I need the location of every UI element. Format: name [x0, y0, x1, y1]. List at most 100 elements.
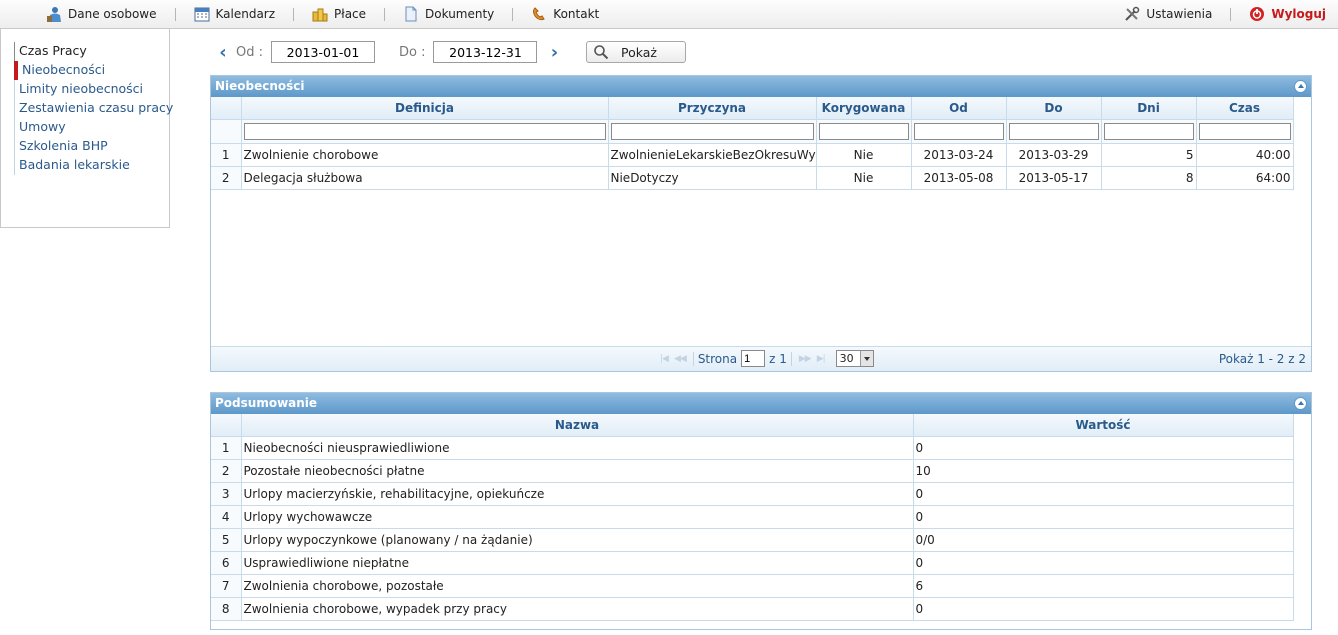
- logout-button[interactable]: Wyloguj: [1249, 6, 1326, 22]
- sidebar-item-safety-trainings[interactable]: Szkolenia BHP: [14, 137, 169, 156]
- summary-panel-header: Podsumowanie: [211, 393, 1311, 414]
- menu-item-label: Dane osobowe: [68, 7, 157, 21]
- cell-corrected: Nie: [816, 143, 912, 167]
- column-header-time[interactable]: Czas: [1196, 97, 1294, 120]
- filter-cell: [241, 119, 609, 144]
- filter-cell: [1101, 119, 1197, 144]
- menu-item-contact[interactable]: Kontakt: [531, 6, 599, 22]
- menu-item-personal-data[interactable]: Dane osobowe: [46, 6, 157, 22]
- cell-time: 64:00: [1196, 166, 1294, 190]
- from-label: Od :: [236, 44, 263, 60]
- column-header-reason[interactable]: Przyczyna: [608, 97, 817, 120]
- filter-input-reason[interactable]: [610, 122, 814, 140]
- sidebar-item-working-time[interactable]: Czas Pracy: [14, 42, 169, 61]
- search-icon: [593, 44, 609, 60]
- collapse-panel-icon[interactable]: [1294, 397, 1307, 410]
- next-period-arrow-icon[interactable]: ›: [547, 42, 561, 63]
- table-row[interactable]: 1 Zwolnienie chorobowe ZwolnienieLekarsk…: [211, 143, 1294, 167]
- page-size-value: 30: [839, 352, 854, 365]
- absences-panel-title: Nieobecności: [215, 79, 305, 93]
- menu-item-payroll[interactable]: Płace: [312, 6, 366, 22]
- next-page-icon[interactable]: ▶▶: [799, 354, 812, 364]
- pager-divider: [692, 351, 694, 366]
- column-header-from[interactable]: Od: [911, 97, 1007, 120]
- page-size-select[interactable]: 30: [835, 350, 874, 367]
- pager-controls: |◀ ◀◀ Strona z 1 ▶▶ ▶| 30: [657, 350, 874, 367]
- summary-panel-title: Podsumowanie: [215, 396, 318, 410]
- column-header-name[interactable]: Nazwa: [241, 414, 914, 437]
- sidebar-item-absence-limits[interactable]: Limity nieobecności: [14, 80, 169, 99]
- cell-value: 6: [913, 574, 1294, 598]
- column-header-value[interactable]: Wartość: [913, 414, 1294, 437]
- page-label: Strona: [697, 351, 738, 366]
- column-header-days[interactable]: Dni: [1101, 97, 1197, 120]
- menu-divider: [384, 7, 386, 21]
- collapse-panel-icon[interactable]: [1294, 80, 1307, 93]
- menu-item-label: Kalendarz: [215, 7, 276, 21]
- to-date-input[interactable]: [433, 41, 538, 63]
- column-header-corrected[interactable]: Korygowana: [816, 97, 912, 120]
- filter-input-definition[interactable]: [243, 122, 606, 140]
- cell-from: 2013-05-08: [911, 166, 1007, 190]
- row-number-header: [211, 97, 242, 120]
- sidebar-item-contracts[interactable]: Umowy: [14, 118, 169, 137]
- cell-name: Zwolnienia chorobowe, wypadek przy pracy: [241, 597, 914, 621]
- cell-days: 5: [1101, 143, 1197, 167]
- table-row[interactable]: 5 Urlopy wypoczynkowe (planowany / na żąd…: [211, 528, 1294, 552]
- menu-item-label: Płace: [334, 7, 367, 21]
- cell-name: Pozostałe nieobecności płatne: [241, 459, 914, 483]
- row-number: 1: [211, 436, 242, 460]
- summary-table: Nazwa Wartość 1 Nieobecności nieusprawied…: [211, 414, 1294, 621]
- cell-from: 2013-03-24: [911, 143, 1007, 167]
- sidebar-item-medical-exams[interactable]: Badania lekarskie: [14, 156, 169, 175]
- cell-value: 0: [913, 597, 1294, 621]
- page-number-input[interactable]: [741, 350, 766, 367]
- previous-page-icon[interactable]: ◀◀: [674, 354, 687, 364]
- filter-cell: [1196, 119, 1294, 144]
- settings-button[interactable]: Ustawienia: [1124, 6, 1212, 22]
- cell-name: Usprawiedliwione niepłatne: [241, 551, 914, 575]
- row-number-header: [211, 414, 242, 437]
- summary-panel: Podsumowanie Nazwa Wartość 1 Nieobecności…: [210, 392, 1312, 630]
- table-row[interactable]: 4 Urlopy wychowawcze 0: [211, 505, 1294, 529]
- filter-input-days[interactable]: [1103, 122, 1194, 140]
- cell-reason: NieDotyczy: [608, 166, 817, 190]
- show-button-label: Pokaż: [621, 44, 657, 60]
- table-row[interactable]: 8 Zwolnienia chorobowe, wypadek przy prac…: [211, 597, 1294, 621]
- records-info: Pokaż 1 - 2 z 2: [1218, 352, 1306, 366]
- sidebar: Czas Pracy Nieobecności Limity nieobecno…: [0, 29, 173, 228]
- calendar-icon: [194, 6, 210, 22]
- menu-divider: [1230, 7, 1232, 21]
- first-page-icon[interactable]: |◀: [660, 354, 669, 364]
- filter-cell: [816, 119, 912, 144]
- cell-reason: ZwolnienieLekarskieBezOkresuWycz: [608, 143, 817, 167]
- table-row[interactable]: 3 Urlopy macierzyńskie, rehabilitacyjne, …: [211, 482, 1294, 506]
- column-header-definition[interactable]: Definicja: [241, 97, 609, 120]
- show-button[interactable]: Pokaż: [586, 41, 686, 63]
- cell-value: 0/0: [913, 528, 1294, 552]
- from-date-input[interactable]: [271, 41, 375, 63]
- cell-name: Urlopy wychowawcze: [241, 505, 914, 529]
- menu-item-documents[interactable]: Dokumenty: [403, 6, 494, 22]
- table-row[interactable]: 2 Pozostałe nieobecności płatne 10: [211, 459, 1294, 483]
- previous-period-arrow-icon[interactable]: ‹: [216, 42, 230, 63]
- table-row[interactable]: 6 Usprawiedliwione niepłatne 0: [211, 551, 1294, 575]
- menu-divider: [174, 7, 176, 21]
- filter-cell: [911, 119, 1007, 144]
- filter-input-to[interactable]: [1008, 122, 1099, 140]
- filter-input-from[interactable]: [913, 122, 1004, 140]
- filter-input-corrected[interactable]: [818, 122, 909, 140]
- table-row[interactable]: 1 Nieobecności nieusprawiedliwione 0: [211, 436, 1294, 460]
- sidebar-item-working-time-reports[interactable]: Zestawienia czasu pracy: [14, 99, 173, 118]
- menu-item-calendar[interactable]: Kalendarz: [194, 6, 276, 22]
- filter-input-time[interactable]: [1198, 122, 1291, 140]
- sidebar-item-absences[interactable]: Nieobecności: [14, 61, 169, 80]
- last-page-icon[interactable]: ▶|: [817, 354, 826, 364]
- tools-icon: [1124, 6, 1140, 22]
- top-navigation-bar: Dane osobowe Kalendarz Płace Dokumenty K…: [0, 0, 1338, 29]
- table-header-row: Definicja Przyczyna Korygowana Od Do Dni…: [211, 97, 1294, 120]
- column-header-to[interactable]: Do: [1006, 97, 1102, 120]
- table-row[interactable]: 7 Zwolnienia chorobowe, pozostałe 6: [211, 574, 1294, 598]
- power-icon: [1249, 6, 1265, 22]
- table-row[interactable]: 2 Delegacja służbowa NieDotyczy Nie 2013…: [211, 166, 1294, 190]
